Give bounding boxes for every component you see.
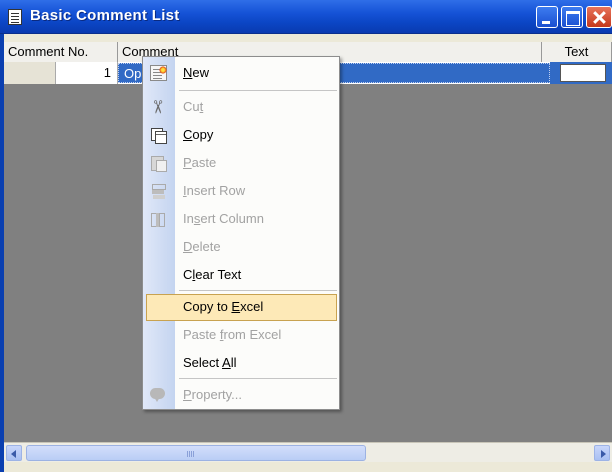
row-selector[interactable] (4, 62, 56, 84)
menu-item-label: Insert Row (183, 183, 246, 198)
toolbar-strip (4, 34, 612, 42)
menu-item-insert-row[interactable]: Insert Row (143, 177, 339, 205)
menu-item-clear-text[interactable]: Clear Text (143, 261, 339, 289)
maximize-button[interactable] (561, 6, 583, 28)
menu-item-label: Insert Column (183, 211, 264, 226)
menu-item-label: Paste (183, 155, 217, 170)
menu-item-label: New (183, 65, 210, 80)
copy-icon (150, 127, 167, 144)
menu-item-paste[interactable]: Paste (143, 149, 339, 177)
title-bar[interactable]: Basic Comment List (0, 0, 612, 34)
app-window: Basic Comment List Comment No. Comment T… (0, 0, 612, 472)
context-menu: New Cut Copy Paste Insert Row Insert Col… (142, 56, 340, 410)
menu-item-paste-from-excel[interactable]: Paste from Excel (143, 321, 339, 349)
cell-comment-no[interactable]: 1 (56, 62, 118, 84)
column-header-comment-no[interactable]: Comment No. (4, 42, 118, 62)
close-button[interactable] (586, 6, 612, 28)
menu-item-label: Copy to Excel (183, 299, 264, 314)
menu-item-copy[interactable]: Copy (143, 121, 339, 149)
new-icon (150, 65, 167, 81)
menu-item-label: Property... (183, 387, 243, 402)
menu-item-label: Select All (183, 355, 237, 370)
menu-item-label: Copy (183, 127, 214, 142)
insert-column-icon (150, 211, 167, 227)
status-strip (4, 462, 612, 472)
document-icon (8, 9, 22, 25)
menu-item-label: Clear Text (183, 267, 242, 282)
menu-item-cut[interactable]: Cut (143, 93, 339, 121)
cell-text-checkbox[interactable] (560, 64, 606, 82)
menu-item-label: Cut (183, 99, 204, 114)
scroll-right-button[interactable] (594, 445, 610, 461)
property-icon (150, 387, 167, 403)
menu-item-property[interactable]: Property... (143, 381, 339, 409)
menu-item-label: Delete (183, 239, 221, 254)
menu-item-select-all[interactable]: Select All (143, 349, 339, 377)
paste-icon (150, 155, 167, 172)
menu-separator (179, 378, 337, 379)
scroll-thumb[interactable] (26, 445, 366, 461)
menu-separator (179, 90, 337, 91)
scroll-left-button[interactable] (6, 445, 22, 461)
menu-item-label: Paste from Excel (183, 327, 282, 342)
insert-row-icon (150, 183, 167, 199)
menu-item-new[interactable]: New (143, 59, 339, 87)
window-title: Basic Comment List (30, 7, 180, 24)
menu-item-insert-column[interactable]: Insert Column (143, 205, 339, 233)
menu-separator (179, 290, 337, 291)
column-header-text[interactable]: Text (542, 42, 612, 62)
minimize-button[interactable] (536, 6, 558, 28)
cut-icon (150, 99, 167, 115)
horizontal-scrollbar[interactable] (4, 442, 612, 462)
menu-item-copy-to-excel[interactable]: Copy to Excel (143, 293, 339, 321)
menu-item-delete[interactable]: Delete (143, 233, 339, 261)
